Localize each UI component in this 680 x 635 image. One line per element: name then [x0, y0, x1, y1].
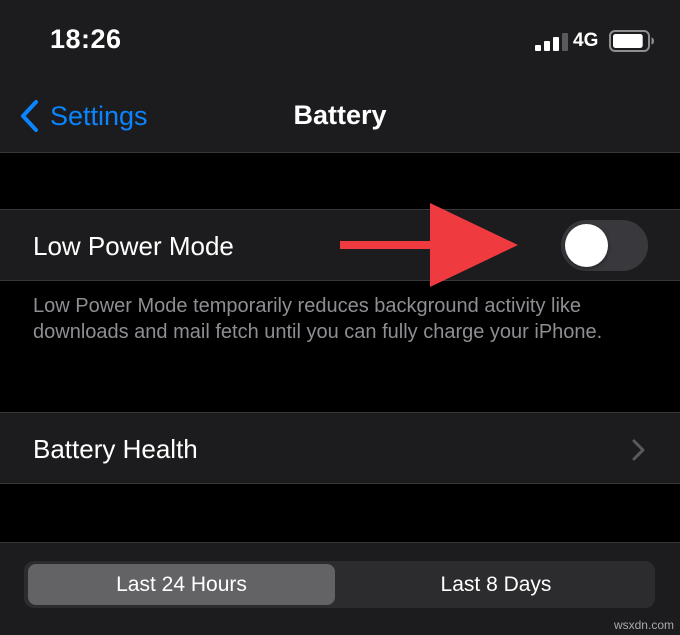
battery-icon	[609, 30, 654, 52]
network-type: 4G	[573, 30, 599, 51]
status-time: 18:26	[50, 24, 122, 54]
navigation-bar: Settings Battery	[0, 80, 680, 153]
toggle-knob	[565, 224, 608, 267]
page-title: Battery	[293, 100, 387, 130]
low-power-mode-description: Low Power Mode temporarily reduces backg…	[33, 295, 603, 343]
battery-health-row[interactable]: Battery Health	[0, 412, 680, 484]
low-power-mode-toggle[interactable]	[561, 220, 648, 271]
battery-health-label: Battery Health	[33, 434, 198, 464]
cellular-signal-icon	[535, 33, 568, 51]
usage-period-segmented-control: Last 24 Hours Last 8 Days	[24, 561, 655, 608]
status-bar: 18:26 4G	[0, 0, 680, 80]
chevron-right-icon	[632, 439, 645, 461]
segment-last-24-hours[interactable]: Last 24 Hours	[28, 564, 335, 605]
red-arrow-annotation	[340, 203, 518, 287]
usage-period-section: Last 24 Hours Last 8 Days	[0, 542, 680, 635]
segment-last-8-days[interactable]: Last 8 Days	[341, 564, 651, 605]
low-power-mode-label: Low Power Mode	[33, 231, 234, 261]
watermark: wsxdn.com	[613, 618, 674, 632]
